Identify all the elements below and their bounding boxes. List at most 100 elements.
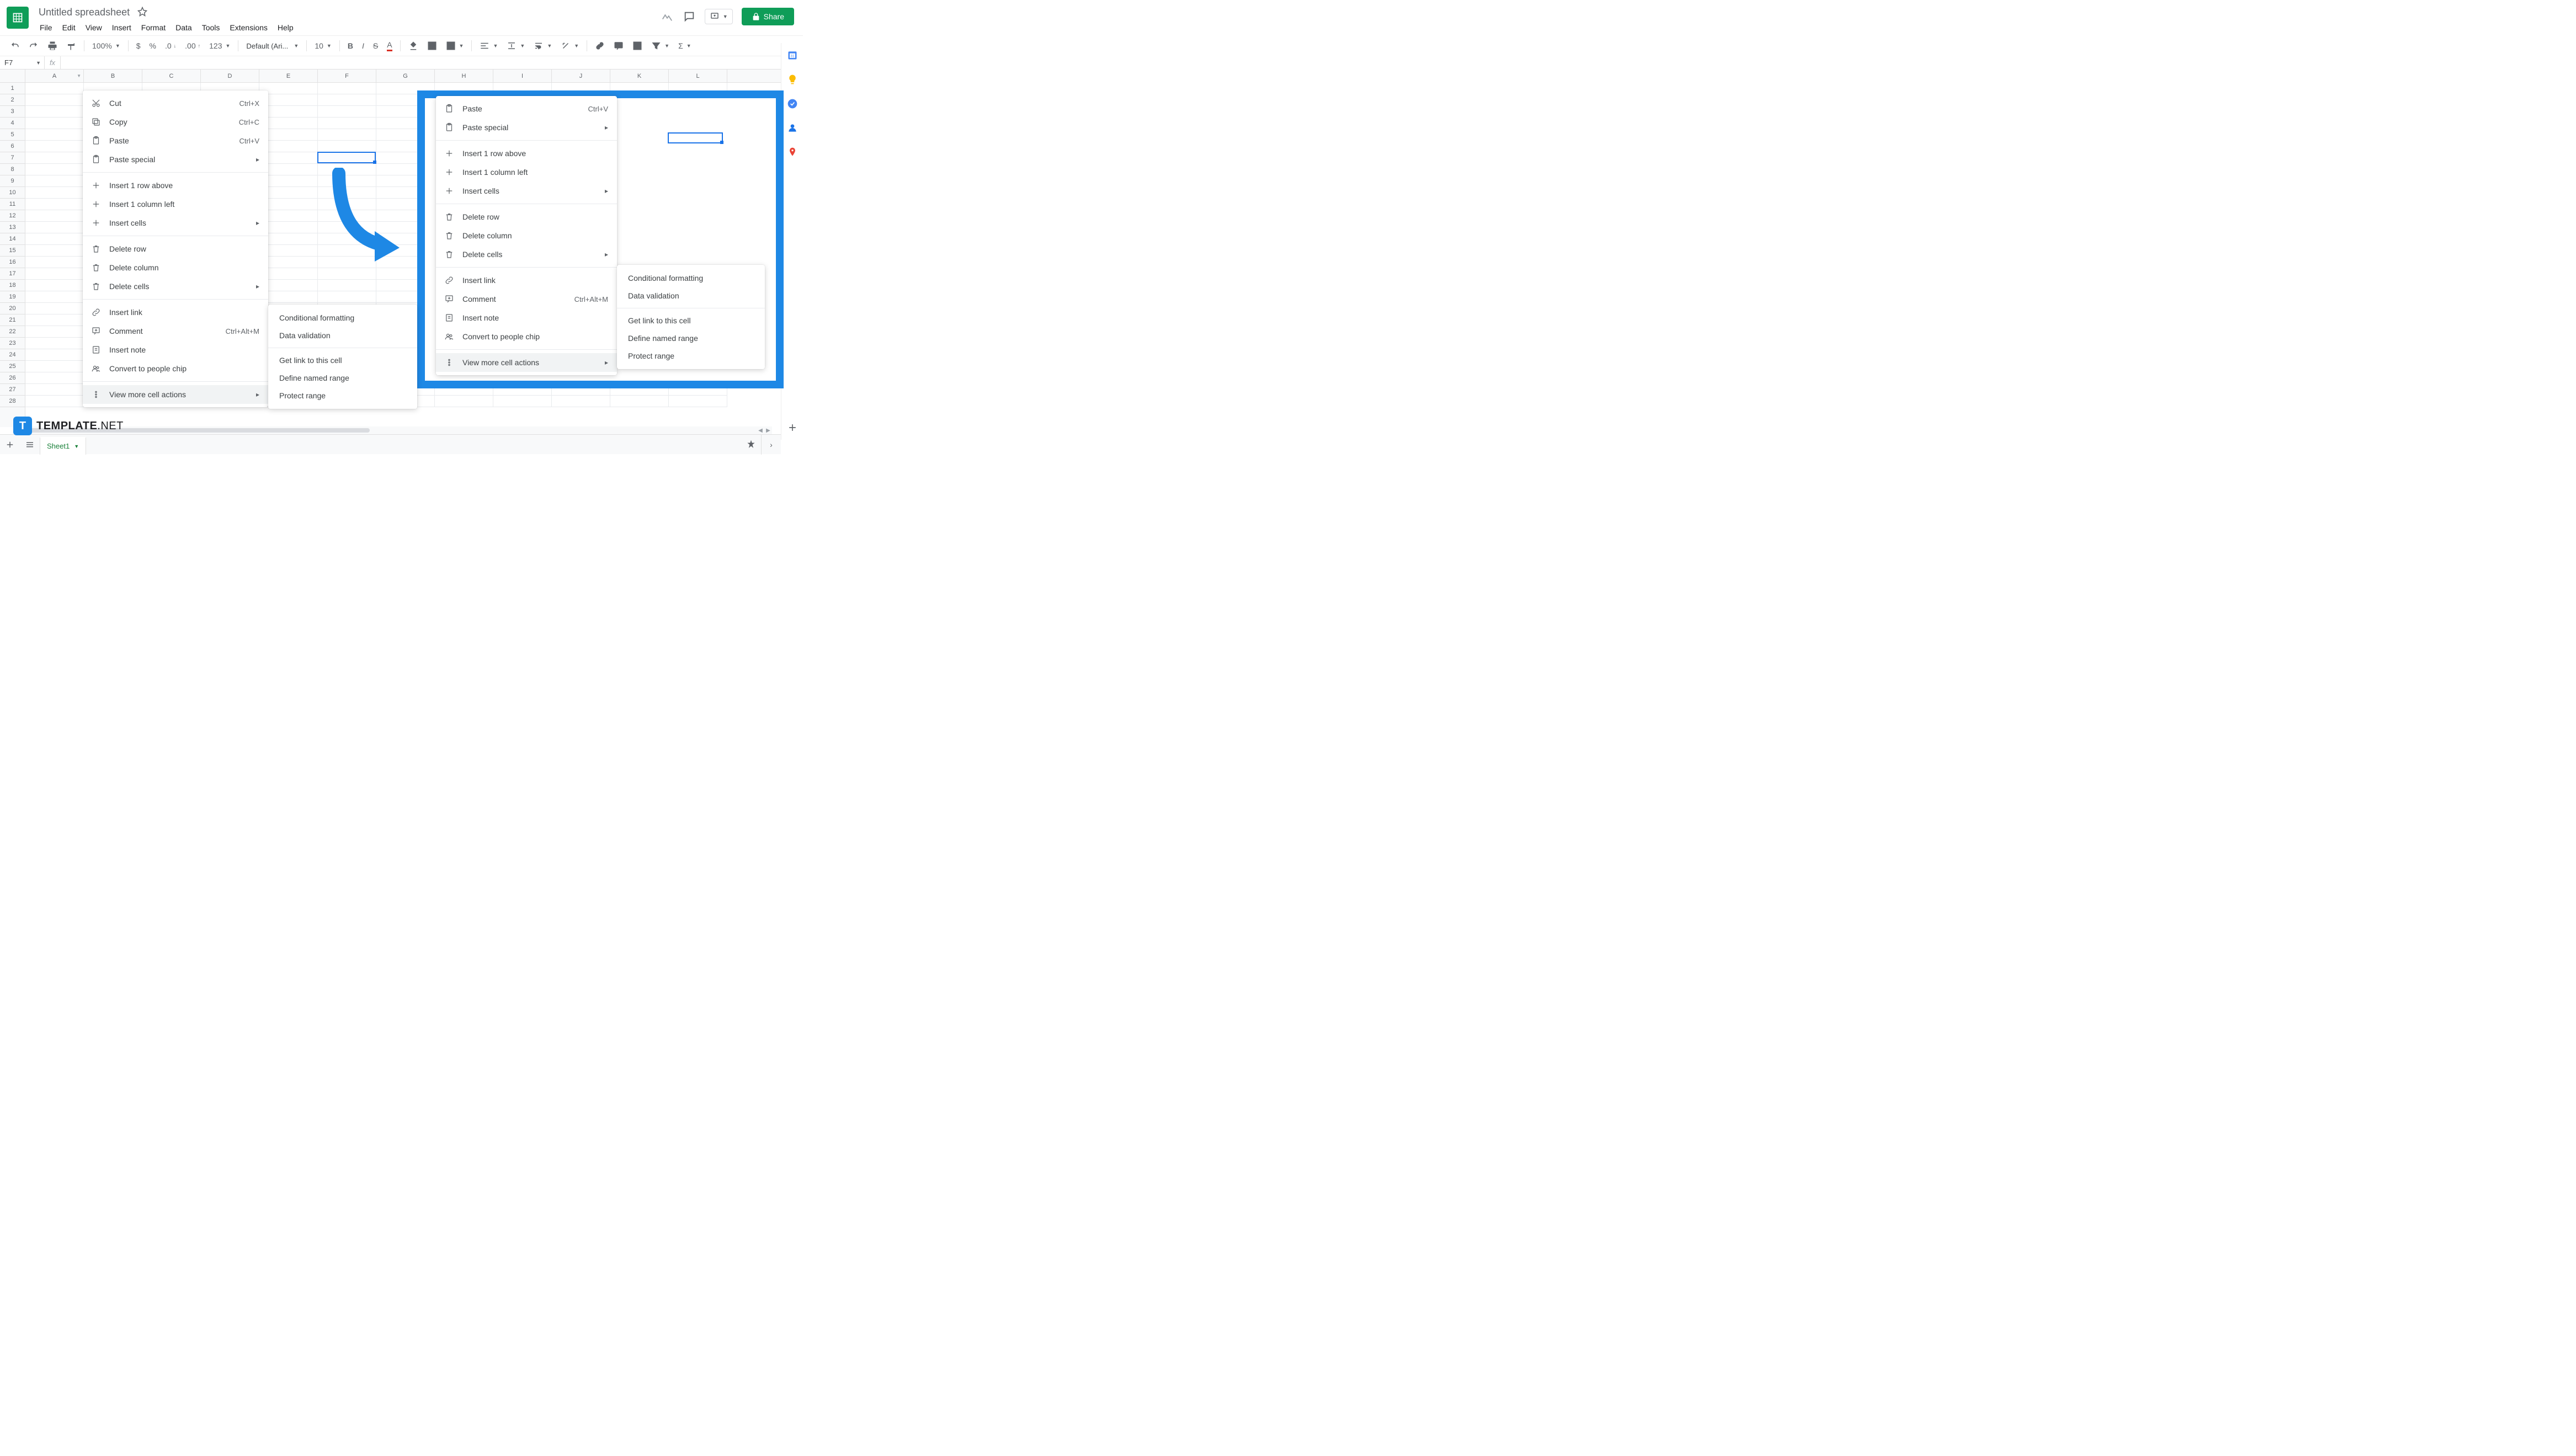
italic-button[interactable]: I (359, 39, 368, 52)
document-title[interactable]: Untitled spreadsheet (35, 6, 133, 19)
row-header[interactable]: 1 (0, 83, 25, 94)
row-header[interactable]: 12 (0, 210, 25, 222)
explore-button[interactable] (741, 435, 761, 455)
ctx-insert-1-row-above[interactable]: Insert 1 row above (83, 176, 268, 195)
sheet-tab-caret-icon[interactable]: ▼ (74, 444, 79, 449)
cell[interactable] (25, 129, 84, 141)
undo-button[interactable] (7, 39, 23, 53)
sub-get-link-to-this-cell[interactable]: Get link to this cell (617, 312, 765, 329)
row-header[interactable]: 21 (0, 314, 25, 326)
row-header[interactable]: 22 (0, 326, 25, 338)
menu-help[interactable]: Help (273, 21, 298, 34)
row-header[interactable]: 8 (0, 164, 25, 175)
column-header[interactable]: K (610, 70, 669, 82)
ctx-paste-special[interactable]: Paste special▸ (436, 118, 617, 137)
cell[interactable] (25, 303, 84, 314)
ctx-insert-note[interactable]: Insert note (436, 308, 617, 327)
cell[interactable] (25, 372, 84, 384)
cell[interactable] (318, 141, 376, 152)
cell[interactable] (25, 233, 84, 245)
ctx-insert-link[interactable]: Insert link (83, 303, 268, 322)
cell[interactable] (25, 396, 84, 407)
get-addons-icon[interactable] (787, 422, 798, 433)
column-header[interactable]: L (669, 70, 727, 82)
strikethrough-button[interactable]: S (370, 39, 381, 52)
row-header[interactable]: 25 (0, 361, 25, 372)
column-header[interactable]: A▼ (25, 70, 84, 82)
ctx-paste[interactable]: PasteCtrl+V (83, 131, 268, 150)
menu-data[interactable]: Data (171, 21, 196, 34)
ctx-comment[interactable]: CommentCtrl+Alt+M (436, 290, 617, 308)
cell[interactable] (25, 118, 84, 129)
valign-button[interactable]: ▼ (503, 39, 528, 53)
ctx-view-more-cell-actions[interactable]: View more cell actions▸ (83, 385, 268, 404)
row-header[interactable]: 5 (0, 129, 25, 141)
cell[interactable] (25, 187, 84, 199)
present-button[interactable]: ▼ (705, 9, 733, 24)
maps-addon-icon[interactable] (787, 147, 798, 158)
font-size-select[interactable]: 10▼ (311, 39, 335, 52)
ctx-delete-cells[interactable]: Delete cells▸ (83, 277, 268, 296)
ctx-comment[interactable]: CommentCtrl+Alt+M (83, 322, 268, 340)
sub-define-named-range[interactable]: Define named range (617, 329, 765, 347)
row-header[interactable]: 10 (0, 187, 25, 199)
fill-color-button[interactable] (405, 39, 422, 53)
cell[interactable] (669, 396, 727, 407)
column-header[interactable]: B (84, 70, 142, 82)
cell[interactable] (318, 118, 376, 129)
cell[interactable] (318, 129, 376, 141)
sub-conditional-formatting[interactable]: Conditional formatting (268, 309, 417, 327)
column-header[interactable]: E (259, 70, 318, 82)
cell[interactable] (552, 396, 610, 407)
cell[interactable] (25, 94, 84, 106)
side-panel-toggle[interactable]: › (761, 435, 781, 455)
column-header[interactable]: I (493, 70, 552, 82)
sub-data-validation[interactable]: Data validation (268, 327, 417, 344)
ctx-delete-column[interactable]: Delete column (436, 226, 617, 245)
more-formats-button[interactable]: 123▼ (206, 39, 233, 52)
ctx-view-more-cell-actions[interactable]: View more cell actions▸ (436, 353, 617, 372)
row-header[interactable]: 27 (0, 384, 25, 396)
sub-protect-range[interactable]: Protect range (617, 347, 765, 365)
sheet-tab[interactable]: Sheet1 ▼ (40, 437, 86, 455)
rotate-button[interactable]: ▼ (557, 39, 582, 53)
row-header[interactable]: 2 (0, 94, 25, 106)
cell[interactable] (318, 83, 376, 94)
currency-button[interactable]: $ (133, 39, 144, 52)
cell[interactable] (25, 152, 84, 164)
cell[interactable] (25, 106, 84, 118)
ctx-insert-1-row-above[interactable]: Insert 1 row above (436, 144, 617, 163)
text-color-button[interactable]: A (384, 38, 395, 54)
cell[interactable] (318, 106, 376, 118)
sub-conditional-formatting[interactable]: Conditional formatting (617, 269, 765, 287)
chart-button[interactable] (629, 39, 646, 53)
all-sheets-button[interactable] (20, 435, 40, 455)
cell[interactable] (318, 152, 376, 164)
ctx-copy[interactable]: CopyCtrl+C (83, 113, 268, 131)
calendar-addon-icon[interactable]: 31 (787, 50, 798, 61)
cell[interactable] (25, 349, 84, 361)
row-header[interactable]: 6 (0, 141, 25, 152)
cell[interactable] (318, 280, 376, 291)
cell[interactable] (318, 291, 376, 303)
column-header[interactable]: F (318, 70, 376, 82)
cell[interactable] (25, 280, 84, 291)
row-header[interactable]: 26 (0, 372, 25, 384)
row-header[interactable]: 17 (0, 268, 25, 280)
ctx-insert-1-column-left[interactable]: Insert 1 column left (83, 195, 268, 214)
cell[interactable] (25, 338, 84, 349)
row-header[interactable]: 9 (0, 175, 25, 187)
row-header[interactable]: 28 (0, 396, 25, 407)
cell[interactable] (435, 396, 493, 407)
increase-decimal-button[interactable]: .00↑ (182, 39, 204, 52)
cell[interactable] (25, 361, 84, 372)
ctx-convert-to-people-chip[interactable]: Convert to people chip (436, 327, 617, 346)
sheets-logo[interactable] (7, 7, 29, 29)
cell[interactable] (25, 83, 84, 94)
bold-button[interactable]: B (344, 39, 356, 52)
row-header[interactable]: 14 (0, 233, 25, 245)
row-header[interactable]: 7 (0, 152, 25, 164)
menu-tools[interactable]: Tools (198, 21, 225, 34)
ctx-delete-row[interactable]: Delete row (436, 207, 617, 226)
cell[interactable] (25, 326, 84, 338)
